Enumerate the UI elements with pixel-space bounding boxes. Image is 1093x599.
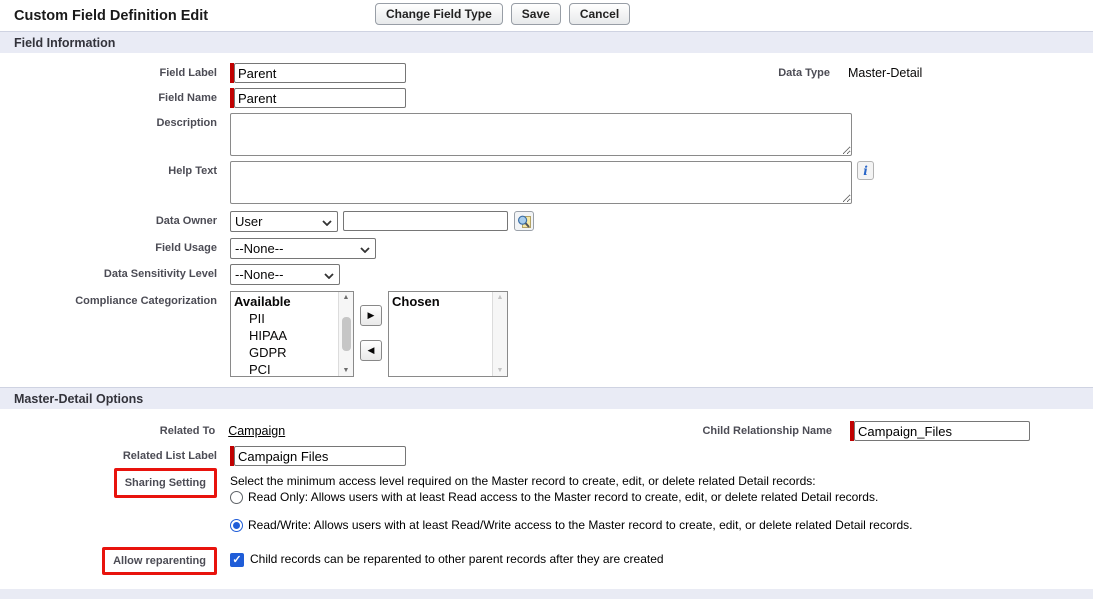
description-label: Description [0,113,230,129]
field-label-input[interactable] [234,63,406,83]
data-owner-label: Data Owner [0,211,230,227]
related-list-label-label: Related List Label [0,446,230,462]
read-write-radio[interactable] [230,519,243,532]
available-scrollbar[interactable]: ▲ ▼ [338,292,353,376]
compliance-chosen-listbox[interactable]: Chosen ▲ ▼ [388,291,508,377]
list-item[interactable]: HIPAA [234,327,338,344]
page-title: Custom Field Definition Edit [14,8,208,24]
read-only-radio[interactable] [230,491,243,504]
compliance-categorization-label: Compliance Categorization [0,291,230,307]
data-type-value: Master-Detail [848,63,1093,80]
related-to-link[interactable]: Campaign [228,424,285,438]
scrollbar-thumb[interactable] [342,317,351,351]
field-information-section: Field Label Data Type Master-Detail Fiel… [0,53,1093,377]
scroll-up-icon: ▲ [497,294,504,301]
description-textarea[interactable] [230,113,852,156]
field-name-input[interactable] [234,88,406,108]
page-header: Custom Field Definition Edit Change Fiel… [0,0,1093,31]
chosen-listbox-header: Chosen [392,293,492,310]
right-arrow-icon: ▶ [368,310,375,321]
related-to-label: Related To [0,421,228,437]
help-text-label: Help Text [0,161,230,177]
left-arrow-icon: ◀ [368,345,375,356]
child-relationship-name-input[interactable] [854,421,1030,441]
help-text-textarea[interactable] [230,161,852,204]
chosen-scrollbar[interactable]: ▲ ▼ [492,292,507,376]
read-only-radio-label: Read Only: Allows users with at least Re… [248,490,878,505]
data-type-label: Data Type [693,63,848,79]
chevron-down-icon [360,241,370,256]
compliance-available-listbox[interactable]: Available PII HIPAA GDPR PCI ▲ ▼ [230,291,354,377]
field-usage-selected-value: --None-- [235,241,283,256]
child-relationship-name-label: Child Relationship Name [691,421,850,437]
field-label-label: Field Label [0,63,230,79]
move-left-button[interactable]: ◀ [360,340,382,361]
change-field-type-button[interactable]: Change Field Type [375,3,503,25]
toolbar: Change Field Type Save Cancel [375,3,630,25]
field-usage-label: Field Usage [0,238,230,254]
save-button[interactable]: Save [511,3,561,25]
scroll-down-icon[interactable]: ▼ [343,367,350,374]
help-info-icon[interactable]: i [857,161,874,180]
data-owner-type-select[interactable]: User [230,211,338,232]
allow-reparenting-annotation-box: Allow reparenting [102,547,217,575]
master-detail-section: Related To Campaign Child Relationship N… [0,409,1093,575]
field-usage-select[interactable]: --None-- [230,238,376,259]
chevron-down-icon [324,267,334,282]
data-sensitivity-label: Data Sensitivity Level [0,264,230,280]
allow-reparenting-checkbox-label: Child records can be reparented to other… [250,552,664,567]
sharing-setting-annotation-box: Sharing Setting [114,468,217,498]
list-item[interactable]: PCI [234,361,338,376]
data-sensitivity-select[interactable]: --None-- [230,264,340,285]
lookup-magnifier-icon[interactable] [514,211,534,231]
scroll-down-icon: ▼ [497,367,504,374]
check-icon: ✓ [232,553,241,566]
available-listbox-header: Available [234,293,338,310]
section-header-field-information: Field Information [0,31,1093,53]
list-item[interactable]: GDPR [234,344,338,361]
data-owner-selected-value: User [235,214,262,229]
footer-bar [0,589,1093,599]
sharing-setting-intro: Select the minimum access level required… [230,474,1093,489]
move-right-button[interactable]: ▶ [360,305,382,326]
chevron-down-icon [322,214,332,229]
cancel-button[interactable]: Cancel [569,3,630,25]
sharing-setting-label: Sharing Setting [125,477,206,489]
data-sensitivity-selected-value: --None-- [235,267,283,282]
scroll-up-icon[interactable]: ▲ [343,294,350,301]
data-owner-search-input[interactable] [343,211,508,231]
section-header-master-detail-options: Master-Detail Options [0,387,1093,409]
field-name-label: Field Name [0,88,230,104]
allow-reparenting-checkbox[interactable]: ✓ [230,553,244,567]
allow-reparenting-label: Allow reparenting [113,555,206,567]
read-write-radio-label: Read/Write: Allows users with at least R… [248,518,913,533]
list-item[interactable]: PII [234,310,338,327]
related-list-label-input[interactable] [234,446,406,466]
